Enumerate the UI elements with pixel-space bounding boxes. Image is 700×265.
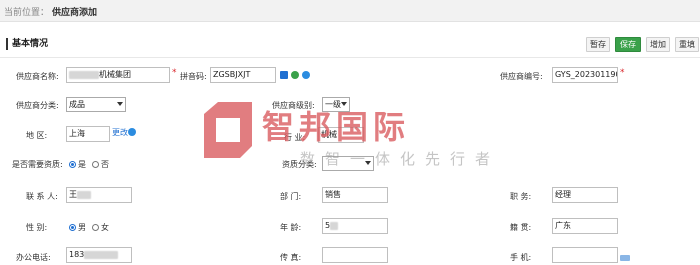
region-info-icon[interactable] bbox=[128, 128, 136, 136]
add-button[interactable]: 增加 bbox=[646, 37, 670, 52]
position-label: 职 务: bbox=[510, 192, 532, 201]
watermark-title: 智邦国际 bbox=[262, 108, 411, 146]
breadcrumb: 当前位置： 供应商添加 bbox=[0, 0, 700, 22]
breadcrumb-label: 当前位置： bbox=[4, 8, 50, 18]
radio-checked-icon[interactable] bbox=[69, 224, 76, 231]
region-input[interactable]: 上海 bbox=[66, 126, 110, 142]
fax-input[interactable] bbox=[322, 247, 388, 263]
contact-input[interactable]: 王 bbox=[66, 187, 132, 203]
supplier-name-input[interactable]: 机械集团 bbox=[66, 67, 170, 83]
watermark-logo-icon bbox=[204, 102, 252, 158]
qualification-no-radio[interactable]: 否 bbox=[92, 159, 109, 170]
supplier-name-label: 供应商名称: bbox=[16, 72, 59, 81]
section-divider bbox=[0, 57, 700, 58]
radio-unchecked-icon[interactable] bbox=[92, 161, 99, 168]
age-input[interactable]: 5 bbox=[322, 218, 388, 234]
redacted-text bbox=[84, 250, 119, 259]
category-select[interactable]: 成品 bbox=[66, 97, 126, 112]
region-label: 地 区: bbox=[26, 131, 48, 140]
chevron-down-icon bbox=[117, 102, 123, 106]
position-input[interactable]: 经理 bbox=[552, 187, 618, 203]
pinyin-generate-icon[interactable] bbox=[280, 71, 288, 79]
save-button[interactable]: 保存 bbox=[615, 37, 641, 52]
fax-label: 传 真: bbox=[280, 253, 302, 262]
qualification-needed-label: 是否需要资质: bbox=[12, 160, 63, 169]
supplier-no-input[interactable]: GYS_2023011902 bbox=[552, 67, 618, 83]
radio-unchecked-icon[interactable] bbox=[92, 224, 99, 231]
supplier-no-label: 供应商编号: bbox=[500, 72, 543, 81]
office-phone-input[interactable]: 183 bbox=[66, 247, 132, 263]
pinyin-label: 拼音码: bbox=[180, 72, 207, 81]
redacted-text bbox=[77, 190, 91, 199]
category-label: 供应商分类: bbox=[16, 101, 59, 110]
gender-label: 性 别: bbox=[26, 223, 48, 232]
gender-male-radio[interactable]: 男 bbox=[69, 222, 86, 233]
qualification-yes-radio[interactable]: 是 bbox=[69, 159, 86, 170]
required-mark: * bbox=[172, 68, 177, 78]
department-input[interactable]: 销售 bbox=[322, 187, 388, 203]
age-label: 年 龄: bbox=[280, 223, 302, 232]
pinyin-input[interactable]: ZGSBJXJT bbox=[210, 67, 276, 83]
required-mark: * bbox=[620, 68, 625, 78]
mobile-input[interactable] bbox=[552, 247, 618, 263]
department-label: 部 门: bbox=[280, 192, 302, 201]
refill-button[interactable]: 重填 bbox=[675, 37, 699, 52]
region-change-link[interactable]: 更改 bbox=[112, 127, 128, 138]
refresh-icon[interactable] bbox=[302, 71, 310, 79]
contact-label: 联 系 人: bbox=[26, 192, 58, 201]
redacted-text bbox=[330, 221, 339, 230]
office-phone-label: 办公电话: bbox=[16, 253, 51, 262]
native-place-input[interactable]: 广东 bbox=[552, 218, 618, 234]
redacted-text bbox=[69, 70, 99, 79]
keyboard-icon[interactable] bbox=[620, 255, 630, 261]
breadcrumb-current-page: 供应商添加 bbox=[52, 8, 98, 18]
pause-button[interactable]: 暂存 bbox=[586, 37, 610, 52]
mobile-label: 手 机: bbox=[510, 253, 532, 262]
check-icon[interactable] bbox=[291, 71, 299, 79]
gender-female-radio[interactable]: 女 bbox=[92, 222, 109, 233]
section-title: 基本情况 bbox=[6, 38, 48, 50]
watermark-subtitle: 数智一体化先行者 bbox=[300, 150, 501, 168]
native-place-label: 籍 贯: bbox=[510, 223, 532, 232]
radio-checked-icon[interactable] bbox=[69, 161, 76, 168]
